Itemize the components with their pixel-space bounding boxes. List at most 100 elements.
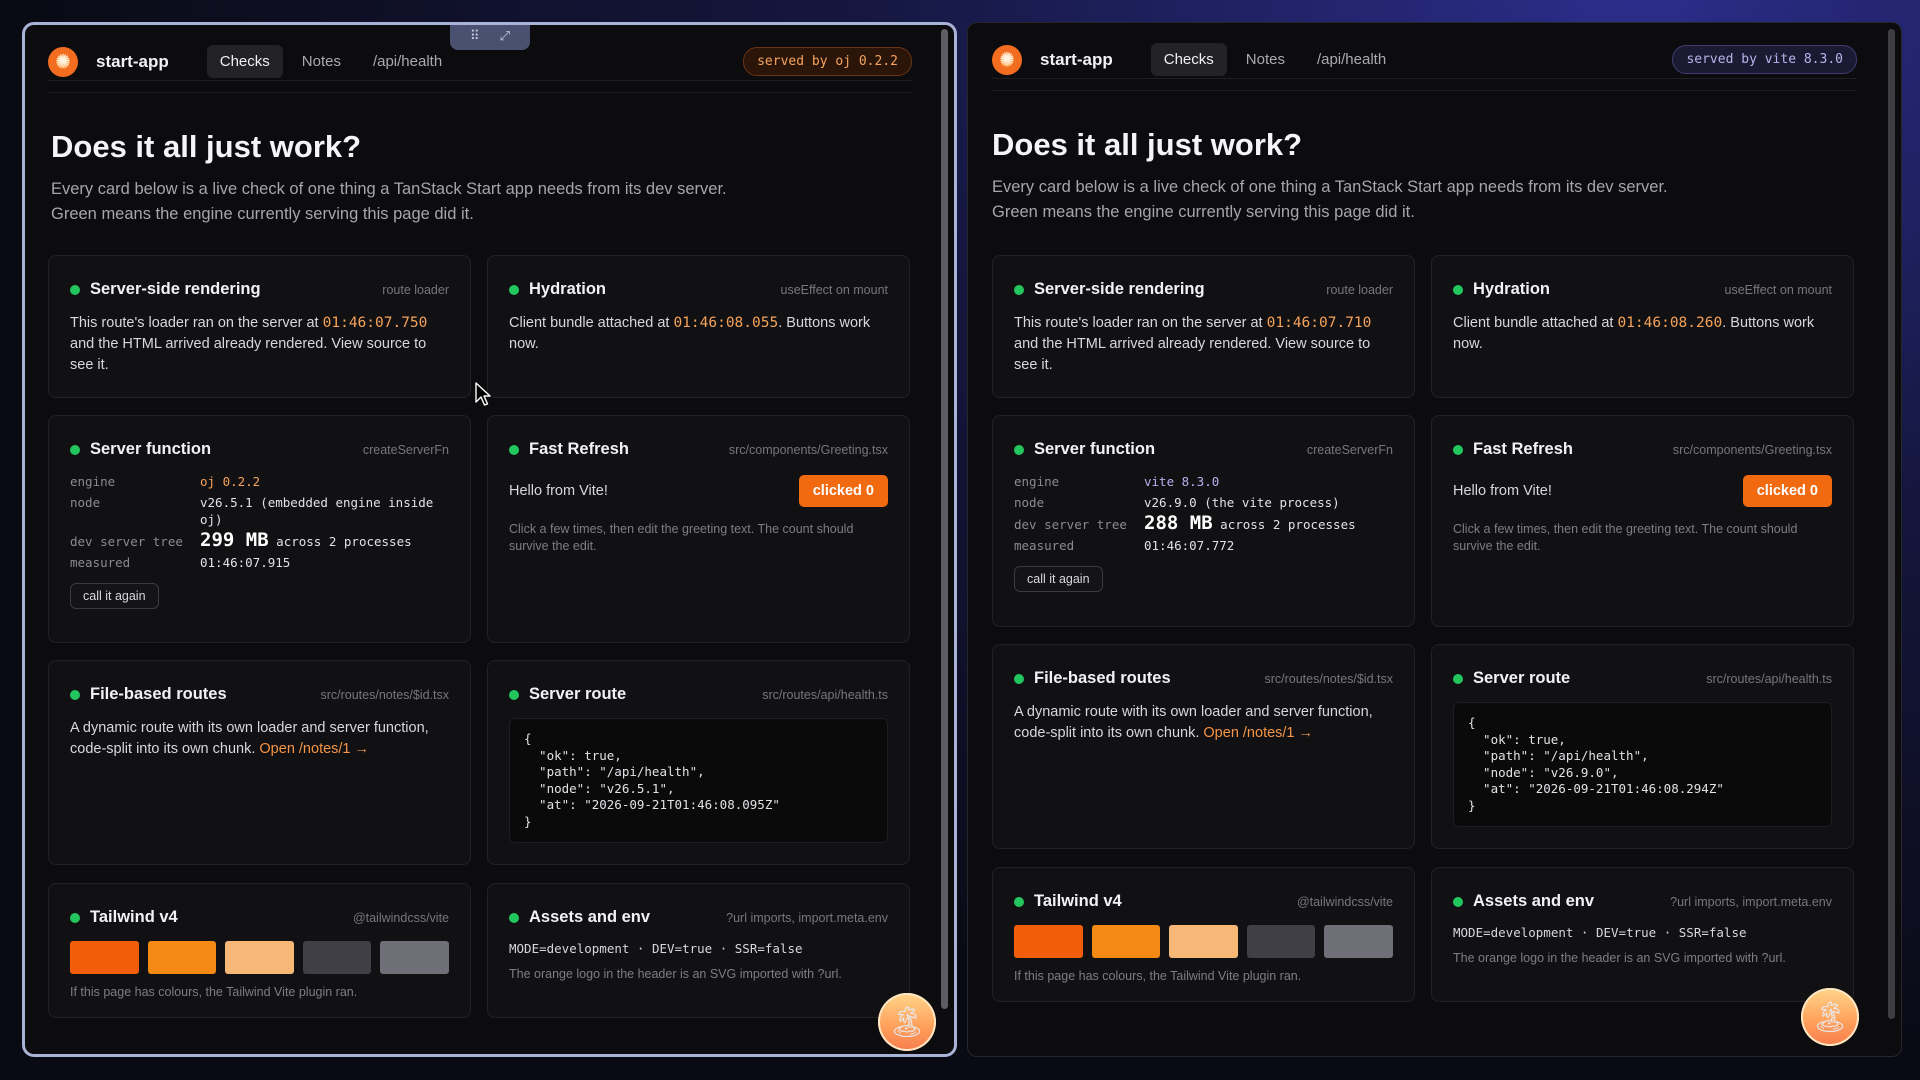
scrollbar[interactable] <box>941 29 948 1009</box>
status-dot <box>1453 284 1463 295</box>
kv-key: node <box>70 495 101 510</box>
hint-text: Click a few times, then edit the greetin… <box>509 522 854 553</box>
card-hydration: Hydration useEffect on mount Client bundl… <box>487 255 910 398</box>
nav-api-health[interactable]: /api/health <box>360 45 455 78</box>
swatch <box>70 941 139 974</box>
kv-node: v26.9.0 (the vite process) <box>1144 495 1340 510</box>
page-subtitle: Every card below is a live check of one … <box>51 177 811 227</box>
left-preview-pane[interactable]: ⠿ ⤢ start-app Checks Notes /api/health s… <box>22 22 957 1057</box>
card-server-route: Server route src/routes/api/health.ts { "… <box>1431 644 1854 849</box>
card-server-route: Server route src/routes/api/health.ts { "… <box>487 660 910 865</box>
hint-text: If this page has colours, the Tailwind V… <box>70 985 358 999</box>
card-body: This route's loader ran on the server at… <box>1014 313 1393 376</box>
expand-icon[interactable]: ⤢ <box>500 28 510 44</box>
kv-measured: 01:46:07.772 <box>1144 538 1235 553</box>
app-name[interactable]: start-app <box>1040 50 1113 70</box>
drag-handle[interactable]: ⠿ ⤢ <box>450 25 530 50</box>
swatch <box>1014 925 1083 958</box>
card-title: Server route <box>1473 669 1571 687</box>
subtitle-line-2: Green means the engine currently serving… <box>51 205 474 223</box>
counter-button[interactable]: clicked 0 <box>798 475 888 507</box>
card-title: Server function <box>90 440 212 458</box>
tree-rest: across 2 processes <box>1220 517 1356 532</box>
nav-checks[interactable]: Checks <box>206 45 283 78</box>
status-dot <box>1014 284 1024 295</box>
card-tag: route loader <box>382 282 449 297</box>
subtitle-line-1: Every card below is a live check of one … <box>992 178 1668 196</box>
call-it-again-button[interactable]: call it again <box>70 583 159 609</box>
kv-measured: 01:46:07.915 <box>200 555 291 570</box>
counter-button[interactable]: clicked 0 <box>1742 475 1832 507</box>
swatch <box>1324 925 1393 958</box>
tree-size: 288 MB <box>1144 512 1213 534</box>
kv-key: dev server tree <box>70 534 183 549</box>
kv-key: measured <box>70 555 131 570</box>
kv-key: engine <box>70 474 116 489</box>
subtitle-line-2: Green means the engine currently serving… <box>992 203 1415 221</box>
nav-api-health[interactable]: /api/health <box>1304 43 1399 76</box>
palm-tree-badge-icon[interactable]: 🏝 <box>1801 988 1859 1046</box>
card-tag: ?url imports, import.meta.env <box>1670 894 1832 909</box>
card-fast-refresh: Fast Refresh src/components/Greeting.tsx … <box>1431 415 1854 627</box>
open-note-link[interactable]: Open /notes/1 → <box>259 741 369 757</box>
kv-key: measured <box>1014 538 1075 553</box>
greeting-text: Hello from Vite! <box>1453 483 1552 499</box>
text: Client bundle attached at <box>1453 315 1618 331</box>
card-title: Server function <box>1034 440 1156 458</box>
card-tag: src/routes/notes/$id.tsx <box>320 687 449 702</box>
status-dot <box>1453 896 1463 907</box>
status-dot <box>70 689 80 700</box>
orange-sun-logo-icon[interactable] <box>992 44 1022 75</box>
card-title: Hydration <box>529 280 607 298</box>
status-dot <box>1014 896 1024 907</box>
kv-engine: oj 0.2.2 <box>200 474 261 489</box>
card-title: Fast Refresh <box>1473 440 1573 458</box>
hint-text: If this page has colours, the Tailwind V… <box>1014 969 1302 983</box>
mouse-pointer-icon <box>475 382 491 406</box>
open-note-link[interactable]: Open /notes/1 → <box>1203 725 1313 741</box>
hint-text: The orange logo in the header is an SVG … <box>1453 951 1786 965</box>
nav-checks[interactable]: Checks <box>1150 43 1227 76</box>
card-body: A dynamic route with its own loader and … <box>70 718 449 760</box>
hint-text: Click a few times, then edit the greetin… <box>1453 522 1798 553</box>
status-dot <box>1453 444 1463 455</box>
card-server-function: Server function createServerFn engine oj 0… <box>48 415 471 643</box>
nav-notes[interactable]: Notes <box>1233 43 1298 76</box>
hint-text: The orange logo in the header is an SVG … <box>509 967 842 981</box>
timestamp: 01:46:07.750 <box>322 315 428 331</box>
palm-tree-badge-icon[interactable]: 🏝 <box>878 993 936 1051</box>
swatch <box>1169 925 1238 958</box>
drag-grip-icon[interactable]: ⠿ <box>470 28 480 44</box>
timestamp: 01:46:08.260 <box>1617 315 1723 331</box>
color-swatches <box>1014 925 1393 958</box>
card-title: Assets and env <box>1473 892 1595 910</box>
orange-sun-logo-icon[interactable] <box>48 46 78 77</box>
card-hydration: Hydration useEffect on mount Client bundl… <box>1431 255 1854 398</box>
swatch <box>380 941 449 974</box>
card-tag: src/components/Greeting.tsx <box>728 442 888 457</box>
card-tag: createServerFn <box>1306 442 1393 457</box>
app-name[interactable]: start-app <box>96 52 169 72</box>
card-body: A dynamic route with its own loader and … <box>1014 702 1393 744</box>
call-it-again-button[interactable]: call it again <box>1014 566 1103 592</box>
page-title: Does it all just work? <box>51 129 362 164</box>
card-tag: ?url imports, import.meta.env <box>726 910 888 925</box>
served-by-badge: served by oj 0.2.2 <box>743 47 912 76</box>
card-title: Fast Refresh <box>529 440 629 458</box>
card-tag: @tailwindcss/vite <box>352 910 449 925</box>
color-swatches <box>70 941 449 974</box>
card-title: Hydration <box>1473 280 1551 298</box>
card-title: Assets and env <box>529 908 651 926</box>
scrollbar[interactable] <box>1888 29 1895 1019</box>
page-title: Does it all just work? <box>992 127 1303 162</box>
right-preview-pane[interactable]: start-app Checks Notes /api/health serve… <box>967 22 1902 1057</box>
status-dot <box>509 912 519 923</box>
card-fast-refresh: Fast Refresh src/components/Greeting.tsx … <box>487 415 910 643</box>
card-title: Server-side rendering <box>1034 280 1205 298</box>
status-dot <box>509 284 519 295</box>
timestamp: 01:46:07.710 <box>1266 315 1372 331</box>
nav-notes[interactable]: Notes <box>289 45 354 78</box>
kv-list: engine vite 8.3.0 node v26.9.0 (the vite p… <box>1014 473 1393 554</box>
status-dot <box>509 689 519 700</box>
kv-key: dev server tree <box>1014 517 1127 532</box>
